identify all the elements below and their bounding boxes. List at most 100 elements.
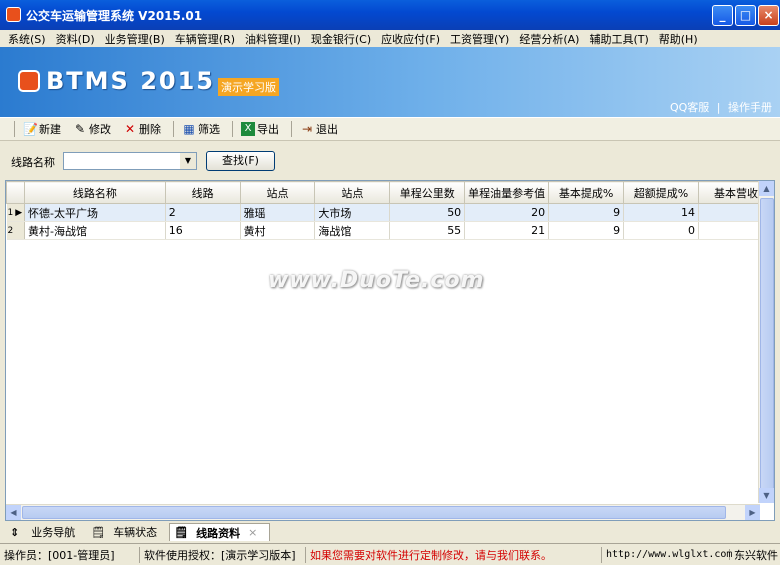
- close-button[interactable]: ×: [758, 5, 779, 26]
- cell-fuel[interactable]: 21: [464, 221, 550, 240]
- link-separator: |: [716, 101, 721, 114]
- app-icon: [6, 7, 21, 22]
- tab-label: 车辆状态: [113, 526, 158, 539]
- status-notice: 如果您需要对软件进行定制修改，请与我们联系。: [306, 546, 602, 563]
- manual-link[interactable]: 操作手册: [728, 101, 772, 114]
- scroll-down-icon[interactable]: ▼: [759, 488, 774, 503]
- tabs-nav-icon[interactable]: ⇕: [10, 526, 19, 539]
- cell-route-name[interactable]: 怀德-太平广场: [24, 203, 166, 222]
- tab-label: 业务导航: [31, 526, 76, 539]
- cell-base-pct[interactable]: 9: [548, 221, 625, 240]
- cell-over-pct[interactable]: 14: [623, 203, 699, 222]
- cell-km[interactable]: 55: [389, 221, 466, 240]
- menu-business[interactable]: 业务管理(B): [105, 31, 165, 47]
- scroll-up-icon[interactable]: ▲: [759, 181, 774, 196]
- cell-stop-1[interactable]: 黄村: [240, 221, 316, 240]
- route-table: 线路名称 线路 站点 站点 单程公里数 单程油量参考值 基本提成% 超额提成% …: [6, 181, 774, 240]
- banner: BTMS 2015 演示学习版 QQ客服 | 操作手册: [0, 47, 780, 117]
- new-button[interactable]: 📝 新建: [23, 121, 61, 137]
- scroll-right-icon[interactable]: ▶: [745, 505, 760, 520]
- current-row-arrow-icon: ▶: [15, 207, 23, 218]
- toolbar-grip: [14, 121, 15, 137]
- menu-system[interactable]: 系统(S): [8, 31, 46, 47]
- row-indicator[interactable]: 1 ▶: [6, 203, 25, 222]
- chevron-down-icon[interactable]: ▼: [180, 153, 196, 169]
- vertical-scroll-thumb[interactable]: [760, 198, 774, 493]
- cell-fuel[interactable]: 20: [464, 203, 550, 222]
- filter-grid-icon: ▦: [183, 122, 195, 136]
- delete-button[interactable]: ✕ 删除: [123, 121, 161, 137]
- menu-cash-bank[interactable]: 现金银行(C): [311, 31, 371, 47]
- cell-km[interactable]: 50: [389, 203, 466, 222]
- edit-label: 修改: [89, 123, 111, 136]
- title-bar: 公交车运输管理系统 V2015.01 _ □ ×: [0, 0, 780, 30]
- cell-over-pct[interactable]: 0: [623, 221, 699, 240]
- menu-receivables[interactable]: 应收应付(F): [381, 31, 440, 47]
- vertical-scrollbar[interactable]: ▲ ▼: [758, 181, 774, 503]
- exit-button[interactable]: ⇥ 退出: [300, 121, 338, 137]
- horizontal-scroll-thumb[interactable]: [22, 506, 726, 519]
- table-row[interactable]: 2 黄村-海战馆 16 黄村 海战馆 55 21 9 0: [6, 221, 774, 240]
- filter-button[interactable]: ▦ 筛选: [182, 121, 220, 137]
- menu-fuel[interactable]: 油料管理(I): [245, 31, 301, 47]
- watermark: www.DuoTe.com: [268, 268, 485, 293]
- edit-button[interactable]: ✎ 修改: [73, 121, 111, 137]
- search-row: 线路名称 ▼ 查找(F): [0, 141, 780, 177]
- row-number: 2: [7, 225, 14, 236]
- cell-route-name[interactable]: 黄村-海战馆: [24, 221, 166, 240]
- scroll-left-icon[interactable]: ◀: [6, 505, 21, 520]
- document-icon: 🗒: [174, 526, 189, 539]
- menu-vehicles[interactable]: 车辆管理(R): [175, 31, 235, 47]
- maximize-button[interactable]: □: [735, 5, 756, 26]
- menu-payroll[interactable]: 工资管理(Y): [450, 31, 509, 47]
- toolbar: 📝 新建 ✎ 修改 ✕ 删除 ▦ 筛选 X 导出 ⇥ 退出: [0, 117, 780, 141]
- route-name-label: 线路名称: [11, 156, 55, 169]
- find-button[interactable]: 查找(F): [206, 151, 275, 171]
- menu-tools[interactable]: 辅助工具(T): [589, 31, 648, 47]
- status-company: 东兴软件: [734, 548, 778, 562]
- column-header[interactable]: 线路名称: [23, 181, 166, 204]
- tab-vehicle-status[interactable]: 🗒 车辆状态: [87, 523, 169, 541]
- column-header[interactable]: 单程公里数: [389, 181, 466, 204]
- excel-export-icon: X: [241, 122, 255, 136]
- bottom-tabs: ⇕ 业务导航 🗒 车辆状态 🗒 线路资料 ×: [0, 522, 780, 542]
- route-grid: 线路名称 线路 站点 站点 单程公里数 单程油量参考值 基本提成% 超额提成% …: [5, 180, 775, 521]
- toolbar-separator: [173, 121, 174, 137]
- qq-service-link[interactable]: QQ客服: [670, 101, 709, 114]
- tab-business-nav[interactable]: 业务导航: [27, 523, 87, 541]
- menu-help[interactable]: 帮助(H): [659, 31, 698, 47]
- table-header-row: 线路名称 线路 站点 站点 单程公里数 单程油量参考值 基本提成% 超额提成% …: [6, 181, 774, 204]
- status-website[interactable]: http://www.wlglxt.com: [602, 549, 732, 560]
- column-header[interactable]: 站点: [314, 181, 391, 204]
- delete-label: 删除: [139, 123, 161, 136]
- tab-close-icon[interactable]: ×: [248, 526, 257, 539]
- row-number: 1: [7, 207, 14, 218]
- column-header[interactable]: 站点: [239, 181, 316, 204]
- cell-stop-2[interactable]: 海战馆: [314, 221, 391, 240]
- column-header[interactable]: 单程油量参考值: [464, 181, 550, 204]
- table-row[interactable]: 1▶ 怀德-太平广场 2 雅瑶 大市场 50 20 9 14 4: [6, 203, 774, 222]
- cell-base-pct[interactable]: 9: [548, 203, 625, 222]
- menu-analysis[interactable]: 经营分析(A): [519, 31, 579, 47]
- horizontal-scrollbar[interactable]: ◀ ▶: [6, 504, 760, 520]
- tab-route-data[interactable]: 🗒 线路资料 ×: [169, 523, 271, 541]
- new-label: 新建: [39, 123, 61, 136]
- edition-badge: 演示学习版: [218, 78, 279, 96]
- column-header[interactable]: 基本提成%: [548, 181, 625, 204]
- export-label: 导出: [257, 123, 279, 136]
- cell-route[interactable]: 16: [165, 221, 241, 240]
- row-indicator-header: [6, 181, 25, 204]
- cell-route[interactable]: 2: [165, 203, 241, 222]
- menu-data[interactable]: 资料(D): [56, 31, 95, 47]
- cell-stop-2[interactable]: 大市场: [314, 203, 391, 222]
- menu-bar: 系统(S) 资料(D) 业务管理(B) 车辆管理(R) 油料管理(I) 现金银行…: [0, 30, 780, 47]
- logo-text: BTMS 2015: [46, 67, 215, 95]
- column-header[interactable]: 线路: [164, 181, 241, 204]
- route-name-combo[interactable]: ▼: [63, 152, 197, 170]
- column-header[interactable]: 超额提成%: [623, 181, 699, 204]
- minimize-button[interactable]: _: [712, 5, 733, 26]
- row-indicator[interactable]: 2: [6, 221, 25, 240]
- export-button[interactable]: X 导出: [241, 121, 279, 137]
- cell-stop-1[interactable]: 雅瑶: [240, 203, 316, 222]
- edit-icon: ✎: [74, 122, 86, 136]
